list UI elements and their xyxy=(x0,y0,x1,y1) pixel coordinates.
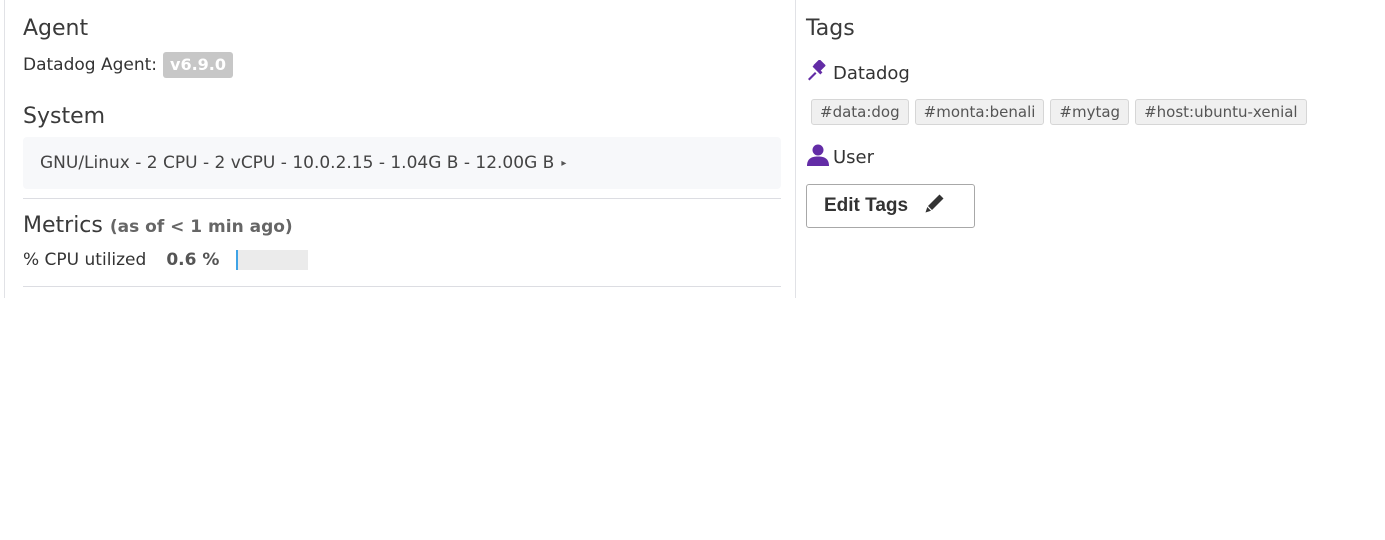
tag-chip[interactable]: #monta:benali xyxy=(914,99,1045,125)
cpu-value: 0.6 % xyxy=(166,250,220,270)
agent-section-title: Agent xyxy=(23,16,89,41)
cpu-label: % CPU utilized xyxy=(23,250,147,270)
tag-source-user: User xyxy=(806,143,874,172)
pencil-icon xyxy=(908,192,946,220)
tag-source-datadog: Datadog xyxy=(806,59,910,87)
cpu-usage-bar-fill xyxy=(236,250,239,270)
tag-chip[interactable]: #data:dog xyxy=(811,99,909,125)
datadog-tag-list: #data:dog #monta:benali #mytag #host:ubu… xyxy=(811,99,1307,125)
section-divider xyxy=(23,198,781,199)
agent-label: Datadog Agent: xyxy=(23,55,158,75)
caret-right-icon: ▸ xyxy=(561,157,567,169)
agent-version-badge: v6.9.0 xyxy=(163,52,234,78)
tag-chip[interactable]: #mytag xyxy=(1050,99,1130,125)
metrics-timestamp: (as of < 1 min ago) xyxy=(109,217,293,237)
agent-version-line: Datadog Agent: v6.9.0 xyxy=(23,52,234,78)
user-icon xyxy=(806,143,833,172)
system-section-title: System xyxy=(23,104,106,129)
tag-source-label: Datadog xyxy=(833,63,910,84)
tags-section-title: Tags xyxy=(806,16,855,41)
system-summary-toggle[interactable]: GNU/Linux - 2 CPU - 2 vCPU - 10.0.2.15 -… xyxy=(23,137,781,189)
pin-icon xyxy=(806,59,833,87)
edit-tags-label: Edit Tags xyxy=(824,195,909,216)
host-details-panel: Agent Datadog Agent: v6.9.0 System GNU/L… xyxy=(4,0,796,298)
edit-tags-button[interactable]: Edit Tags xyxy=(806,184,975,228)
tag-chip[interactable]: #host:ubuntu-xenial xyxy=(1135,99,1307,125)
tag-source-label: User xyxy=(833,147,875,168)
cpu-metric-row: % CPU utilized 0.6 % xyxy=(23,250,309,270)
system-summary-text: GNU/Linux - 2 CPU - 2 vCPU - 10.0.2.15 -… xyxy=(40,153,555,173)
metrics-section-title: Metrics (as of < 1 min ago) xyxy=(23,213,293,238)
section-divider xyxy=(23,286,781,287)
metrics-title-text: Metrics xyxy=(23,213,103,238)
cpu-usage-bar xyxy=(236,250,309,270)
